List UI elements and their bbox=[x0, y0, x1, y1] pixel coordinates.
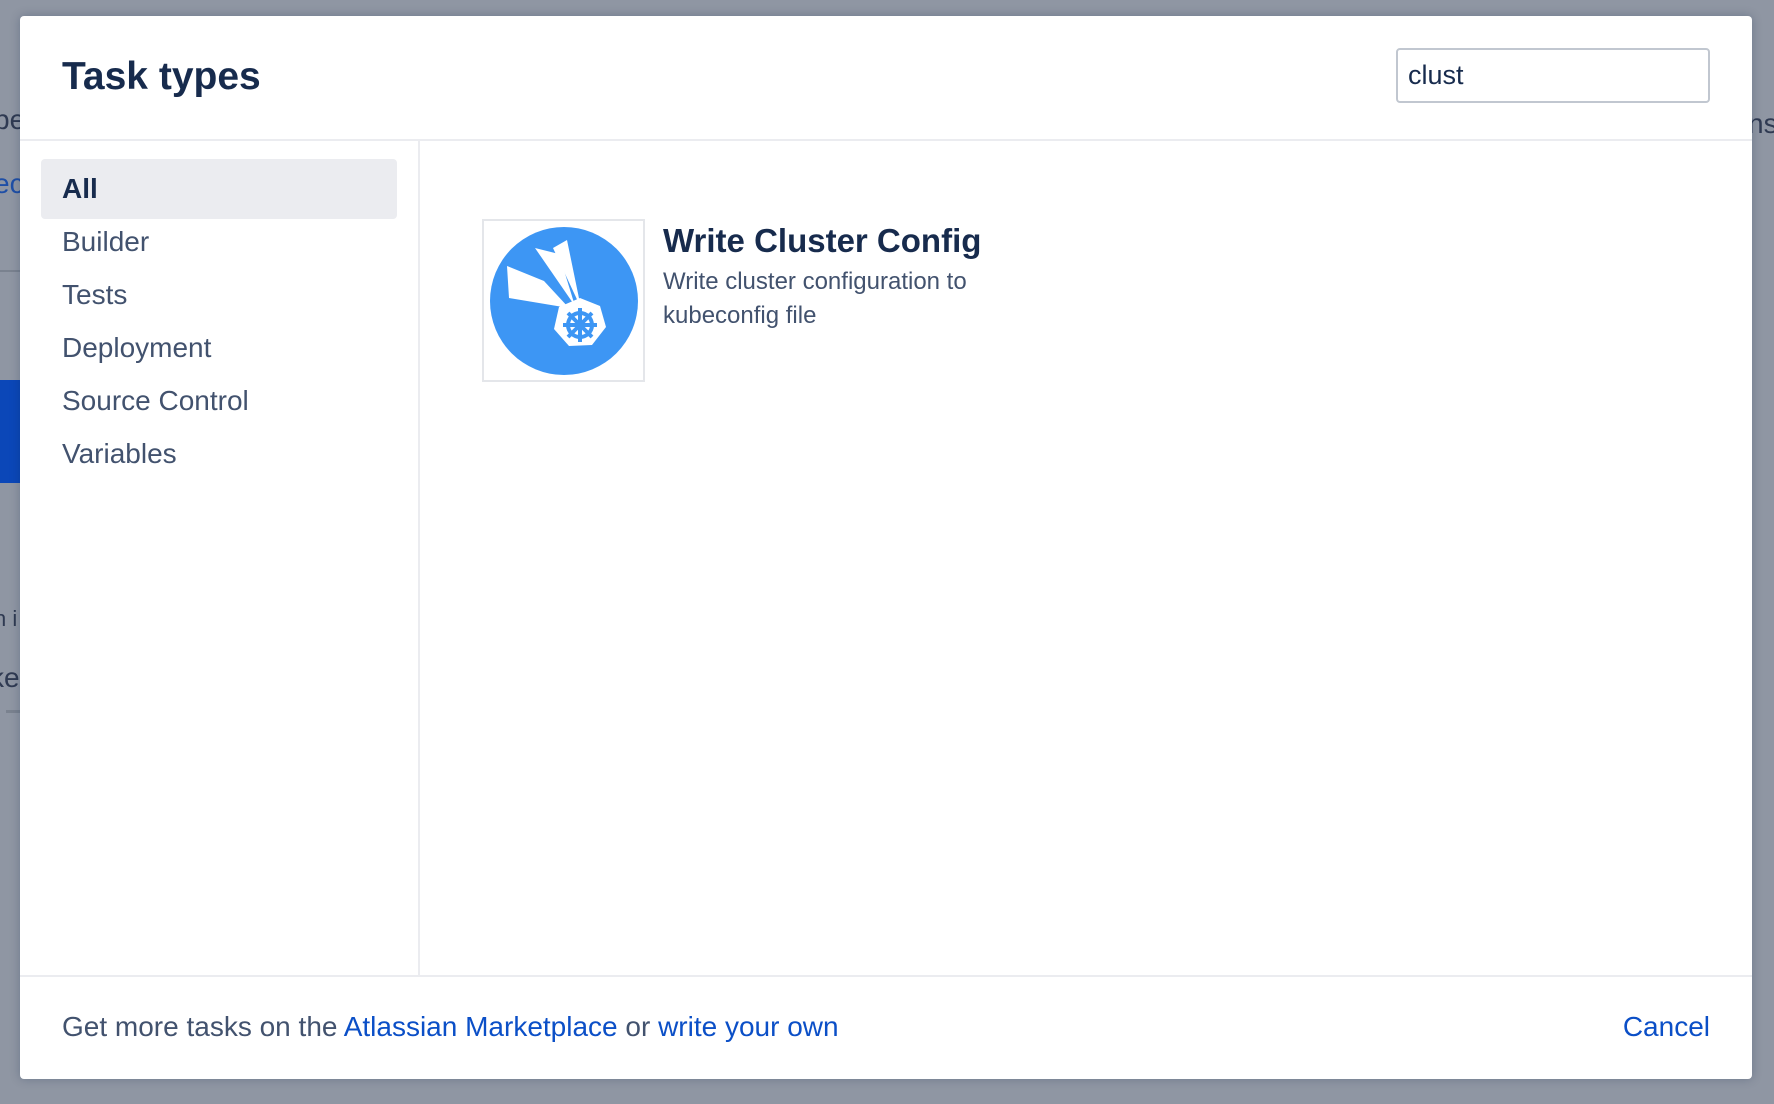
task-types-dialog: Task types All Builder Tests Deployment … bbox=[20, 16, 1752, 1079]
atlassian-marketplace-link[interactable]: Atlassian Marketplace bbox=[344, 1011, 618, 1042]
task-description: Write cluster configuration to kubeconfi… bbox=[663, 268, 967, 329]
sidebar-item-tests[interactable]: Tests bbox=[41, 265, 397, 325]
footer-message: Get more tasks on the Atlassian Marketpl… bbox=[62, 1011, 839, 1043]
sidebar-item-all[interactable]: All bbox=[41, 159, 397, 219]
background-text-fragment: ke bbox=[0, 662, 20, 693]
footer-prefix: Get more tasks on the bbox=[62, 1011, 344, 1042]
kubernetes-helm-icon bbox=[490, 227, 638, 375]
write-your-own-link[interactable]: write your own bbox=[658, 1011, 839, 1042]
task-card[interactable]: Write Cluster Config Write cluster confi… bbox=[482, 219, 1042, 384]
task-icon-frame bbox=[482, 219, 645, 382]
background-primary-block bbox=[0, 380, 20, 483]
dialog-header: Task types bbox=[20, 16, 1752, 141]
sidebar-item-variables[interactable]: Variables bbox=[41, 424, 397, 484]
background-divider bbox=[6, 710, 20, 713]
sidebar-item-builder[interactable]: Builder bbox=[41, 212, 397, 272]
background-text-fragment: n i bbox=[0, 606, 18, 631]
background-divider bbox=[0, 270, 20, 272]
dialog-footer: Get more tasks on the Atlassian Marketpl… bbox=[20, 975, 1752, 1079]
task-results: Write Cluster Config Write cluster confi… bbox=[420, 141, 1752, 975]
search-input[interactable] bbox=[1396, 48, 1710, 103]
footer-middle: or bbox=[617, 1011, 659, 1042]
dialog-title: Task types bbox=[62, 55, 261, 98]
cancel-button[interactable]: Cancel bbox=[1623, 1011, 1710, 1043]
category-sidebar: All Builder Tests Deployment Source Cont… bbox=[20, 141, 420, 975]
task-title: Write Cluster Config bbox=[663, 222, 982, 259]
sidebar-item-deployment[interactable]: Deployment bbox=[41, 318, 397, 378]
sidebar-item-source-control[interactable]: Source Control bbox=[41, 371, 397, 431]
